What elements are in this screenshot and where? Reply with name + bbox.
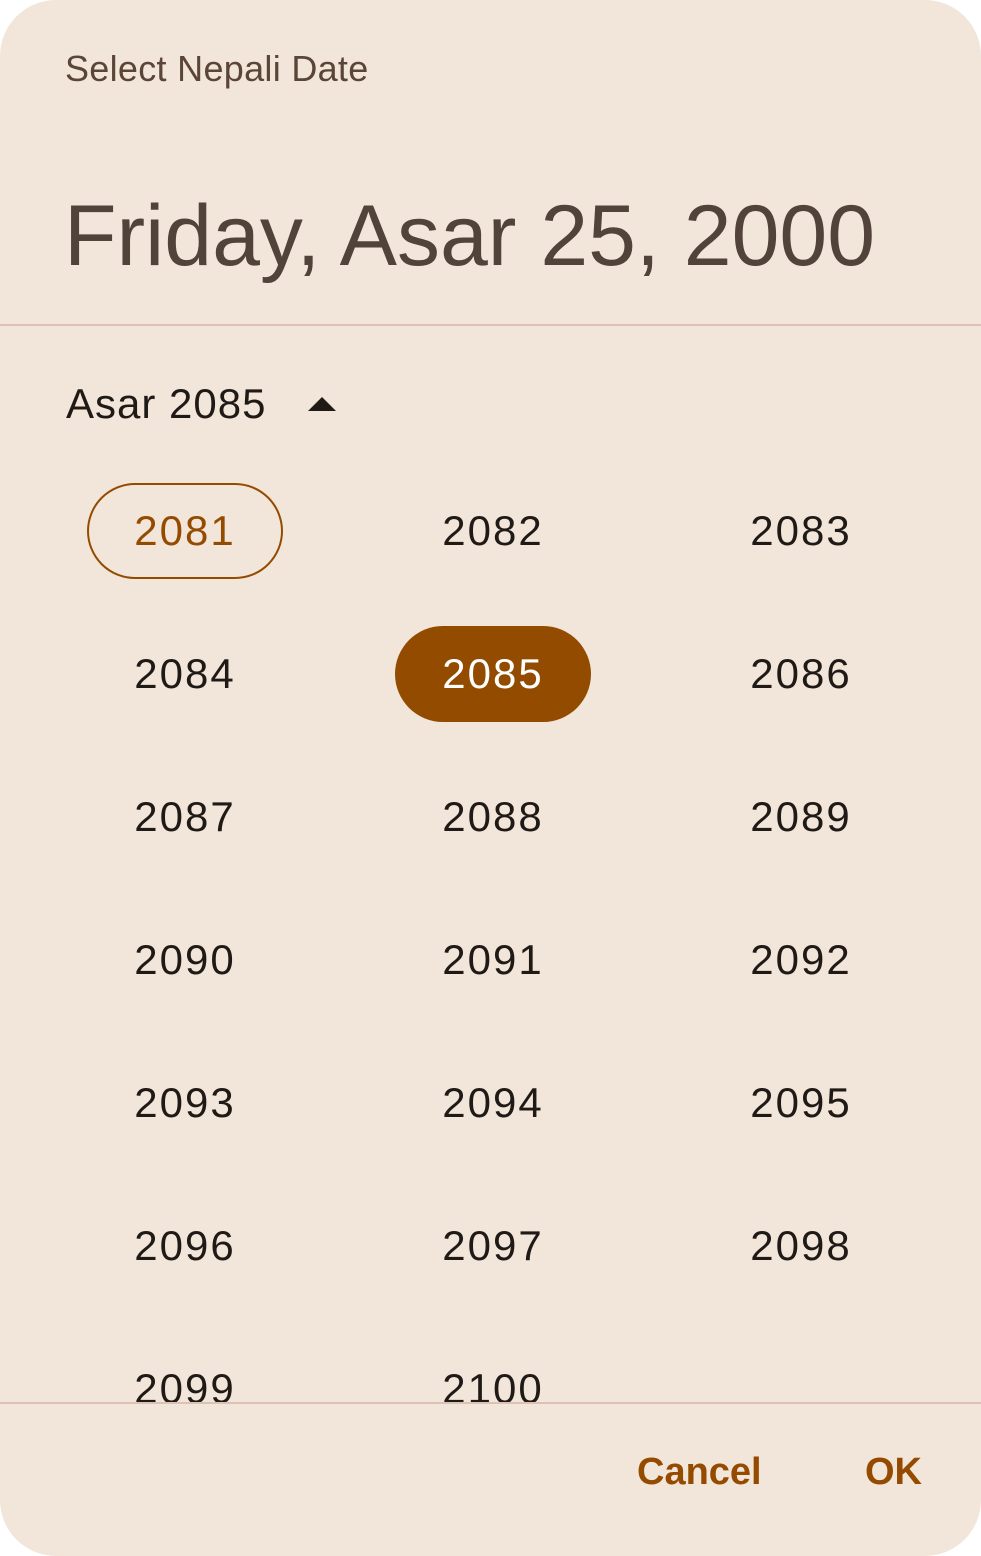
year-option[interactable]: 2088	[395, 769, 591, 865]
year-option[interactable]: 2082	[395, 483, 591, 579]
month-year-label: Asar 2085	[66, 380, 267, 427]
header-divider	[0, 324, 981, 326]
cancel-button[interactable]: Cancel	[627, 1430, 772, 1514]
year-option[interactable]: 2087	[87, 769, 283, 865]
ok-button[interactable]: OK	[855, 1430, 932, 1514]
year-option[interactable]: 2092	[703, 912, 899, 1008]
date-picker-dialog: Select Nepali Date Friday, Asar 25, 2000…	[0, 0, 981, 1556]
year-option[interactable]: 2090	[87, 912, 283, 1008]
month-year-toggle[interactable]: Asar 2085	[56, 370, 346, 438]
year-option-current[interactable]: 2081	[87, 483, 283, 579]
dialog-title: Select Nepali Date	[65, 48, 369, 89]
year-option[interactable]: 2095	[703, 1055, 899, 1151]
caret-up-icon	[308, 397, 337, 411]
dialog-actions: Cancel OK	[0, 1430, 981, 1514]
year-option[interactable]: 2091	[395, 912, 591, 1008]
year-option[interactable]: 2084	[87, 626, 283, 722]
year-option[interactable]: 2096	[87, 1198, 283, 1294]
year-option-selected[interactable]: 2085	[395, 626, 591, 722]
actions-divider	[0, 1402, 981, 1404]
year-option[interactable]: 2094	[395, 1055, 591, 1151]
selected-date-headline: Friday, Asar 25, 2000	[64, 188, 876, 284]
year-option[interactable]: 2093	[87, 1055, 283, 1151]
year-option[interactable]: 2097	[395, 1198, 591, 1294]
year-option[interactable]: 2086	[703, 626, 899, 722]
year-option[interactable]: 2100	[395, 1341, 591, 1402]
year-option[interactable]: 2089	[703, 769, 899, 865]
year-grid[interactable]: 2081 2082 2083 2084 2085 2086 2087 2088 …	[0, 460, 981, 1402]
year-option[interactable]: 2083	[703, 483, 899, 579]
year-option[interactable]: 2099	[87, 1341, 283, 1402]
year-option[interactable]: 2098	[703, 1198, 899, 1294]
